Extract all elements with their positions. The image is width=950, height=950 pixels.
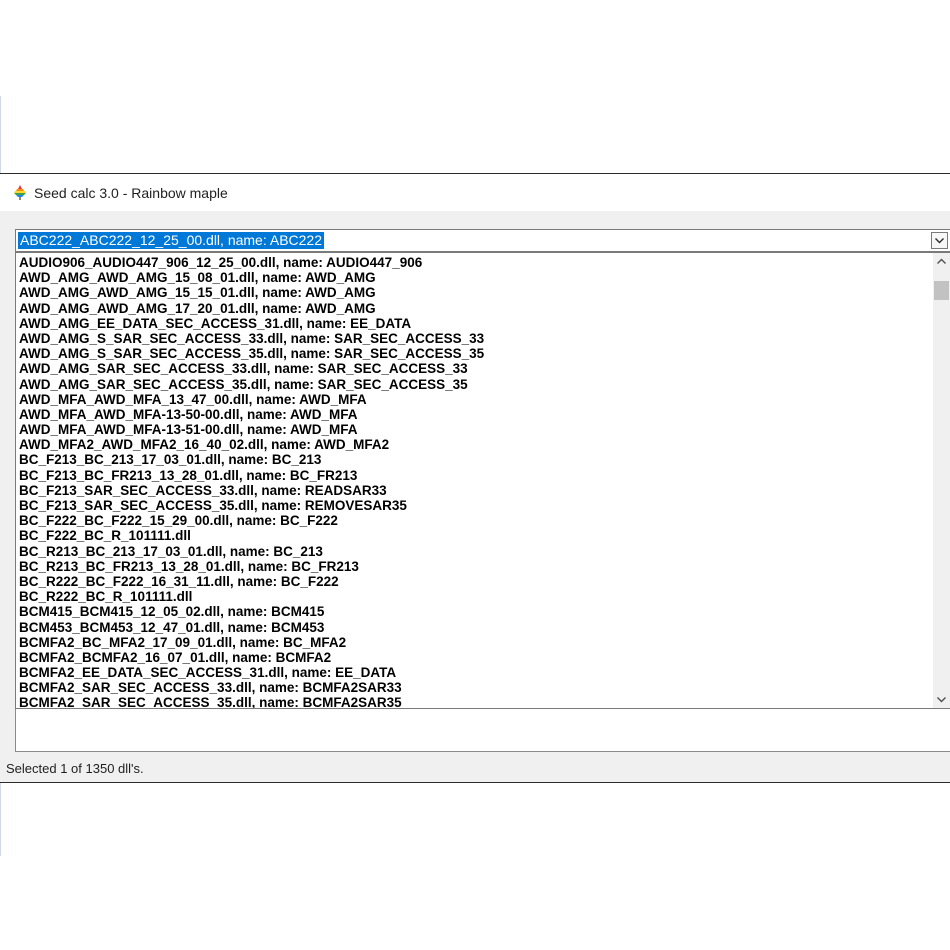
list-item[interactable]: AWD_MFA_AWD_MFA-13-50-00.dll, name: AWD_… (19, 407, 484, 422)
list-item[interactable]: BC_F213_BC_213_17_03_01.dll, name: BC_21… (19, 452, 484, 467)
list-item[interactable]: AWD_AMG_EE_DATA_SEC_ACCESS_31.dll, name:… (19, 316, 484, 331)
window-title: Seed calc 3.0 - Rainbow maple (34, 185, 228, 201)
list-item[interactable]: BC_R222_BC_R_101111.dll (19, 589, 484, 604)
seed-calc-window: Seed calc 3.0 - Rainbow maple ABC222_ABC… (0, 173, 950, 783)
status-text: Selected 1 of 1350 dll's. (6, 761, 144, 776)
list-item[interactable]: BC_F213_BC_FR213_13_28_01.dll, name: BC_… (19, 468, 484, 483)
chevron-down-icon (935, 238, 944, 244)
list-item[interactable]: AWD_AMG_S_SAR_SEC_ACCESS_33.dll, name: S… (19, 331, 484, 346)
list-item[interactable]: BCM415_BCM415_12_05_02.dll, name: BCM415 (19, 604, 484, 619)
list-item[interactable]: AWD_AMG_SAR_SEC_ACCESS_35.dll, name: SAR… (19, 377, 484, 392)
list-item[interactable]: BC_F222_BC_F222_15_29_00.dll, name: BC_F… (19, 513, 484, 528)
list-item[interactable]: AWD_MFA2_AWD_MFA2_16_40_02.dll, name: AW… (19, 437, 484, 452)
dll-list[interactable]: AUDIO906_AUDIO447_906_12_25_00.dll, name… (15, 252, 950, 709)
list-item[interactable]: AWD_AMG_S_SAR_SEC_ACCESS_35.dll, name: S… (19, 346, 484, 361)
vertical-scrollbar[interactable] (933, 253, 950, 708)
scroll-up-button[interactable] (933, 253, 950, 270)
output-panel (15, 709, 950, 752)
rainbow-maple-icon (12, 184, 28, 200)
list-item[interactable]: AWD_MFA_AWD_MFA-13-51-00.dll, name: AWD_… (19, 422, 484, 437)
list-item[interactable]: BCMFA2_SAR_SEC_ACCESS_35.dll, name: BCMF… (19, 695, 484, 708)
list-item[interactable]: BC_R213_BC_FR213_13_28_01.dll, name: BC_… (19, 559, 484, 574)
list-item[interactable]: BC_F222_BC_R_101111.dll (19, 528, 484, 543)
list-item[interactable]: BCMFA2_EE_DATA_SEC_ACCESS_31.dll, name: … (19, 665, 484, 680)
scroll-thumb[interactable] (934, 281, 949, 300)
chevron-down-icon (937, 697, 946, 703)
list-item[interactable]: AWD_AMG_AWD_AMG_15_08_01.dll, name: AWD_… (19, 270, 484, 285)
combo-selected-value[interactable]: ABC222_ABC222_12_25_00.dll, name: ABC222 (18, 232, 324, 249)
dll-combobox[interactable]: ABC222_ABC222_12_25_00.dll, name: ABC222 (15, 229, 950, 252)
list-item[interactable]: AWD_AMG_AWD_AMG_15_15_01.dll, name: AWD_… (19, 285, 484, 300)
dll-list-items: AUDIO906_AUDIO447_906_12_25_00.dll, name… (19, 255, 484, 708)
list-item[interactable]: BCMFA2_BC_MFA2_17_09_01.dll, name: BC_MF… (19, 635, 484, 650)
list-item[interactable]: AWD_AMG_AWD_AMG_17_20_01.dll, name: AWD_… (19, 301, 484, 316)
scroll-down-button[interactable] (933, 691, 950, 708)
chevron-up-icon (937, 258, 946, 264)
list-item[interactable]: AUDIO906_AUDIO447_906_12_25_00.dll, name… (19, 255, 484, 270)
list-item[interactable]: AWD_AMG_SAR_SEC_ACCESS_33.dll, name: SAR… (19, 361, 484, 376)
status-bar: Selected 1 of 1350 dll's. (0, 752, 950, 782)
list-item[interactable]: BC_R222_BC_F222_16_31_11.dll, name: BC_F… (19, 574, 484, 589)
combo-dropdown-button[interactable] (931, 232, 948, 249)
list-item[interactable]: BC_R213_BC_213_17_03_01.dll, name: BC_21… (19, 544, 484, 559)
list-item[interactable]: BCMFA2_BCMFA2_16_07_01.dll, name: BCMFA2 (19, 650, 484, 665)
list-item[interactable]: BCMFA2_SAR_SEC_ACCESS_33.dll, name: BCMF… (19, 680, 484, 695)
title-bar[interactable]: Seed calc 3.0 - Rainbow maple (0, 174, 950, 211)
list-item[interactable]: BC_F213_SAR_SEC_ACCESS_35.dll, name: REM… (19, 498, 484, 513)
list-item[interactable]: BC_F213_SAR_SEC_ACCESS_33.dll, name: REA… (19, 483, 484, 498)
list-item[interactable]: AWD_MFA_AWD_MFA_13_47_00.dll, name: AWD_… (19, 392, 484, 407)
list-item[interactable]: BCM453_BCM453_12_47_01.dll, name: BCM453 (19, 620, 484, 635)
